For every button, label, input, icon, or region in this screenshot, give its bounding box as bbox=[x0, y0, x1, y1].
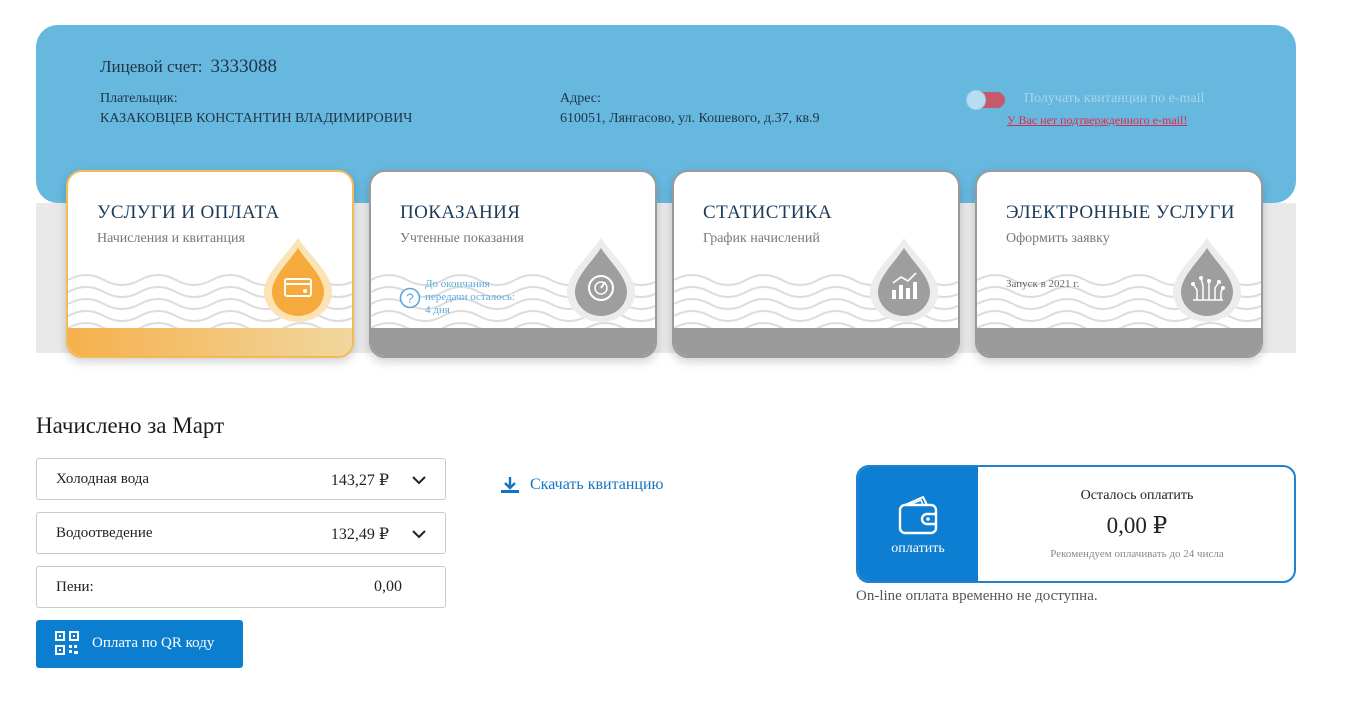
tile-services-payment[interactable]: УСЛУГИ И ОПЛАТА Начисления и квитанция bbox=[66, 170, 354, 358]
tile-title: СТАТИСТИКА bbox=[703, 202, 833, 223]
charge-name: Холодная вода bbox=[56, 471, 150, 487]
charges-title: Начислено за Март bbox=[36, 413, 225, 438]
address-label: Адрес: bbox=[560, 91, 601, 106]
payment-recommendation: Рекомендуем оплачивать до 24 числа bbox=[1050, 548, 1224, 560]
tile-bottom-bar bbox=[977, 328, 1261, 356]
circuit-icon bbox=[1173, 238, 1241, 322]
chevron-down-icon[interactable] bbox=[411, 473, 427, 487]
meter-gauge-icon bbox=[567, 238, 635, 322]
qr-button-label: Оплата по QR коду bbox=[92, 635, 215, 651]
qr-code-icon bbox=[55, 631, 79, 655]
question-icon[interactable]: ? bbox=[399, 287, 421, 309]
charge-name: Водоотведение bbox=[56, 525, 153, 541]
note-line: передачи осталось: bbox=[425, 291, 516, 303]
tile-bottom-bar bbox=[371, 328, 655, 356]
payer-label: Плательщик: bbox=[100, 91, 178, 106]
payment-card-icon bbox=[264, 238, 332, 322]
toggle-knob bbox=[966, 90, 986, 110]
charge-amount: 132,49 ₽ bbox=[330, 526, 389, 543]
tile-title: УСЛУГИ И ОПЛАТА bbox=[97, 202, 280, 223]
pay-button-label: оплатить bbox=[891, 541, 945, 556]
payment-panel: оплатить Осталось оплатить 0,00 ₽ Рекоме… bbox=[856, 465, 1296, 583]
tile-electronic-services[interactable]: ЭЛЕКТРОННЫЕ УСЛУГИ Оформить заявку Запус… bbox=[975, 170, 1263, 358]
tile-statistics[interactable]: СТАТИСТИКА График начислений bbox=[672, 170, 960, 358]
tile-title: ПОКАЗАНИЯ bbox=[400, 202, 521, 223]
remaining-amount: 0,00 ₽ bbox=[1106, 513, 1168, 538]
chevron-down-icon[interactable] bbox=[411, 527, 427, 541]
tile-bottom-bar bbox=[674, 328, 958, 356]
account-number-value: 3333088 bbox=[210, 56, 277, 77]
remaining-label: Осталось оплатить bbox=[1080, 488, 1194, 503]
address-value: 610051, Лянгасово, ул. Кошевого, д.37, к… bbox=[560, 111, 820, 126]
tile-subtitle: Начисления и квитанция bbox=[97, 231, 245, 246]
online-payment-unavailable: On-line оплата временно не доступна. bbox=[856, 588, 1098, 604]
tile-bottom-bar bbox=[68, 328, 352, 356]
email-receipt-toggle[interactable] bbox=[966, 90, 1005, 110]
payer-name: КАЗАКОВЦЕВ КОНСТАНТИН ВЛАДИМИРОВИЧ bbox=[100, 111, 413, 126]
qr-payment-button[interactable]: Оплата по QR коду bbox=[36, 620, 243, 668]
download-icon bbox=[501, 477, 519, 493]
statistics-chart-icon bbox=[870, 238, 938, 322]
tile-meter-readings[interactable]: ПОКАЗАНИЯ Учтенные показания ? До оконча… bbox=[369, 170, 657, 358]
pay-button[interactable]: оплатить bbox=[858, 467, 978, 581]
charge-row-sewerage[interactable]: Водоотведение 132,49 ₽ bbox=[36, 512, 446, 554]
account-label: Лицевой счет: bbox=[100, 57, 203, 76]
readings-deadline-note: До окончания передачи осталось: 4 дня bbox=[425, 278, 515, 317]
note-line: До окончания bbox=[425, 278, 490, 290]
wallet-icon bbox=[898, 495, 938, 535]
download-receipt-label: Скачать квитанцию bbox=[530, 476, 664, 493]
email-unconfirmed-warning[interactable]: У Вас нет подтвержденного e-mail! bbox=[1007, 113, 1187, 128]
launch-note: Запуск в 2021 г. bbox=[1006, 278, 1080, 290]
note-line: 4 дня bbox=[425, 304, 450, 316]
charge-row-cold-water[interactable]: Холодная вода 143,27 ₽ bbox=[36, 458, 446, 500]
charge-amount: 0,00 bbox=[374, 578, 402, 595]
charge-name: Пени: bbox=[56, 579, 94, 595]
email-toggle-label: Получать квитанции по e-mail bbox=[1024, 91, 1205, 106]
tile-subtitle: Учтенные показания bbox=[400, 231, 524, 246]
tile-subtitle: Оформить заявку bbox=[1006, 231, 1110, 246]
charge-row-penalty: Пени: 0,00 bbox=[36, 566, 446, 608]
svg-text:?: ? bbox=[406, 290, 414, 306]
account-number: Лицевой счет: 3333088 bbox=[100, 56, 277, 78]
tile-title: ЭЛЕКТРОННЫЕ УСЛУГИ bbox=[1006, 202, 1235, 223]
tile-subtitle: График начислений bbox=[703, 231, 820, 246]
charge-amount: 143,27 ₽ bbox=[330, 472, 389, 489]
